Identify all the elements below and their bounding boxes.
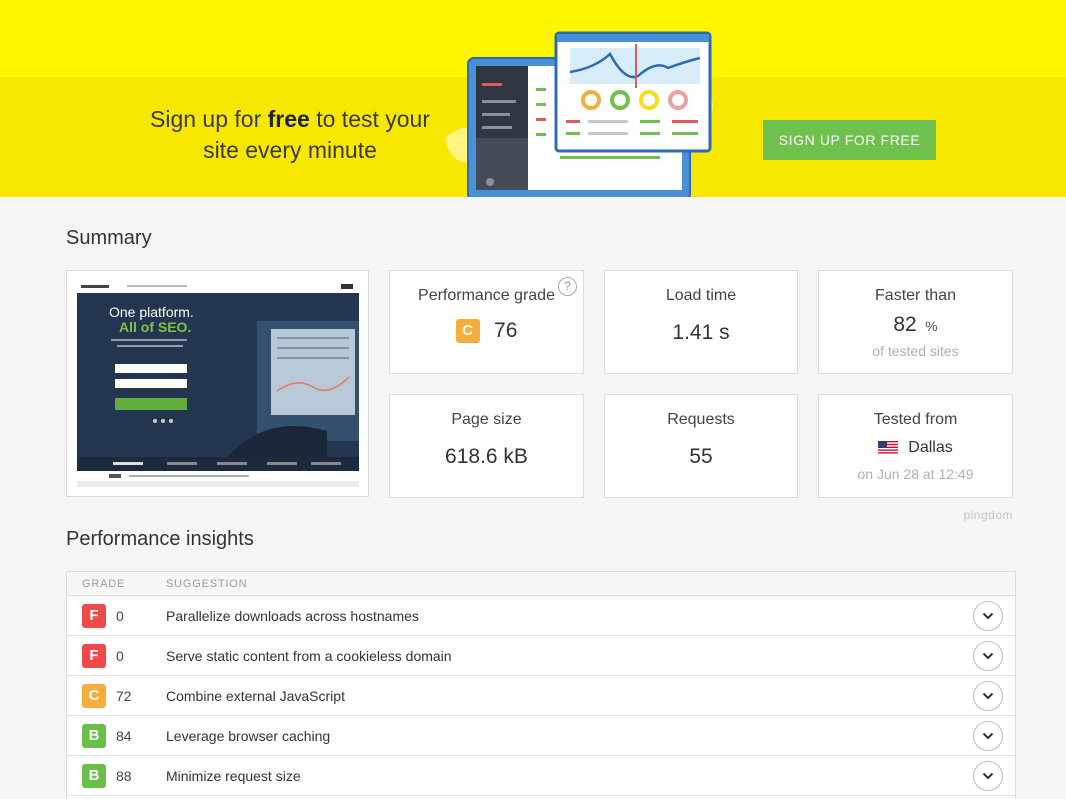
tested-from-date: on Jun 28 at 12:49 — [857, 466, 974, 482]
screenshot-headline-1: One platform. — [109, 304, 194, 320]
row-suggestion: Combine external JavaScript — [166, 688, 345, 704]
table-row[interactable]: B 88 Minimize request size — [67, 756, 1015, 796]
insights-table: GRADE SUGGESTION F 0 Parallelize downloa… — [66, 571, 1016, 799]
grade-badge: C — [82, 684, 106, 708]
grade-badge: C — [455, 319, 480, 343]
table-row[interactable]: F 0 Serve static content from a cookiele… — [67, 636, 1015, 676]
performance-grade-card: Performance grade ? C 76 — [389, 270, 584, 374]
expand-button[interactable] — [973, 641, 1003, 671]
table-row[interactable]: C 72 Combine external JavaScript — [67, 676, 1015, 716]
grade-badge: B — [82, 764, 106, 788]
row-score: 88 — [116, 768, 132, 784]
load-time-label: Load time — [665, 287, 737, 304]
row-suggestion: Serve static content from a cookieless d… — [166, 648, 452, 664]
page-size-label: Page size — [451, 411, 522, 428]
pingdom-logo: pingdom — [963, 508, 1013, 522]
header-suggestion: SUGGESTION — [166, 578, 248, 590]
chevron-down-icon — [982, 772, 994, 780]
chevron-down-icon — [982, 612, 994, 620]
performance-score: 76 — [494, 319, 518, 342]
load-time-card: Load time 1.41 s — [604, 270, 798, 374]
faster-than-card: Faster than 82 % of tested sites — [818, 270, 1013, 374]
grade-badge: F — [82, 604, 106, 628]
table-row[interactable]: B 84 Leverage browser caching — [67, 716, 1015, 756]
tested-from-location: Dallas — [908, 439, 953, 456]
tested-from-location-row: Dallas — [819, 439, 1012, 457]
us-flag-icon — [878, 441, 899, 455]
chevron-down-icon — [982, 652, 994, 660]
row-suggestion: Parallelize downloads across hostnames — [166, 608, 419, 624]
tested-from-label: Tested from — [873, 411, 958, 428]
headline-bold: free — [267, 106, 310, 132]
faster-than-sub: of tested sites — [872, 343, 959, 359]
expand-button[interactable] — [973, 681, 1003, 711]
row-suggestion: Leverage browser caching — [166, 728, 331, 744]
requests-label: Requests — [667, 411, 735, 428]
page-size-value: 618.6 kB — [445, 445, 528, 468]
expand-button[interactable] — [973, 761, 1003, 791]
load-time-value: 1.41 s — [672, 321, 730, 344]
laptop-illustration-icon — [445, 31, 713, 197]
screenshot-headline-2: All of SEO. — [119, 319, 191, 335]
insights-title: Performance insights — [66, 528, 254, 550]
sign-up-button[interactable]: SIGN UP FOR FREE — [763, 120, 936, 160]
site-screenshot-image: One platform. All of SEO. — [67, 271, 368, 496]
header-grade: GRADE — [82, 578, 126, 590]
row-score: 0 — [116, 648, 124, 664]
insights-table-header: GRADE SUGGESTION — [67, 572, 1015, 596]
grade-badge: F — [82, 644, 106, 668]
row-score: 0 — [116, 608, 124, 624]
row-score: 72 — [116, 688, 132, 704]
tested-from-card: Tested from Dallas on Jun 28 at 12:49 — [818, 394, 1013, 498]
row-suggestion: Minimize request size — [166, 768, 301, 784]
faster-than-value-row: 82 % — [819, 313, 1012, 337]
summary-title: Summary — [66, 227, 152, 249]
performance-grade-label: Performance grade — [418, 287, 555, 304]
banner-headline: Sign up for free to test your site every… — [150, 104, 430, 166]
requests-value: 55 — [689, 445, 713, 468]
faster-than-value: 82 — [893, 313, 917, 336]
requests-card: Requests 55 — [604, 394, 798, 498]
expand-button[interactable] — [973, 721, 1003, 751]
performance-grade-value: C 76 — [390, 319, 583, 343]
headline-pre: Sign up for — [150, 106, 268, 132]
faster-than-label: Faster than — [875, 287, 956, 304]
chevron-down-icon — [982, 692, 994, 700]
expand-button[interactable] — [973, 601, 1003, 631]
row-score: 84 — [116, 728, 132, 744]
chevron-down-icon — [982, 732, 994, 740]
faster-than-unit: % — [925, 318, 938, 334]
grade-badge: B — [82, 724, 106, 748]
page-size-card: Page size 618.6 kB — [389, 394, 584, 498]
promo-banner: Sign up for free to test your site every… — [0, 0, 1066, 197]
question-circle-icon[interactable]: ? — [558, 277, 577, 296]
site-screenshot: One platform. All of SEO. — [66, 270, 369, 497]
table-row[interactable]: F 0 Parallelize downloads across hostnam… — [67, 596, 1015, 636]
